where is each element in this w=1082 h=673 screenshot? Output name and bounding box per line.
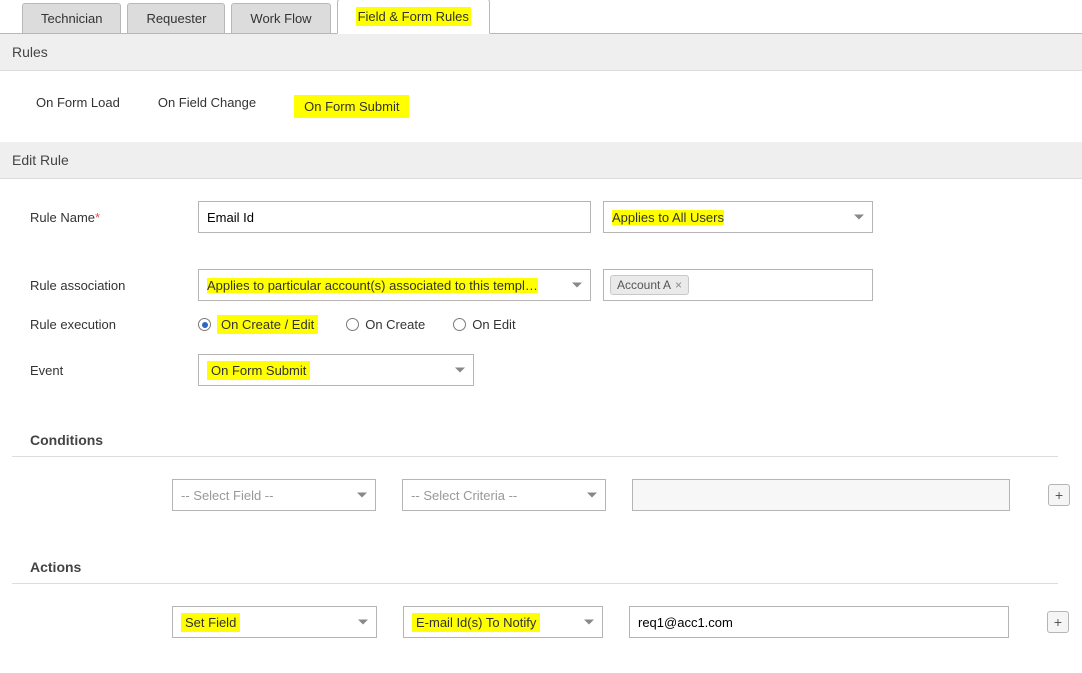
section-title: Rules (12, 44, 48, 60)
chevron-down-icon (587, 493, 597, 498)
select-value: E-mail Id(s) To Notify (412, 613, 540, 632)
tab-requester[interactable]: Requester (127, 3, 225, 33)
label-text: Rule Name (30, 210, 95, 225)
rules-subtabs: On Form Load On Field Change On Form Sub… (0, 71, 1082, 142)
actions-row: Set Field E-mail Id(s) To Notify + (172, 606, 1070, 638)
label-text: Event (30, 363, 63, 378)
add-condition-button[interactable]: + (1048, 484, 1070, 506)
actions-header: Actions (12, 541, 1058, 584)
row-rule-name: Rule Name* Applies to All Users (30, 201, 1070, 233)
controls: On Form Submit (198, 354, 1070, 386)
radio-icon (198, 318, 211, 331)
section-title: Actions (30, 559, 81, 575)
action-field-select[interactable]: E-mail Id(s) To Notify (403, 606, 603, 638)
controls: Applies to particular account(s) associa… (198, 269, 1070, 301)
select-placeholder: -- Select Field -- (181, 488, 273, 503)
condition-field-select[interactable]: -- Select Field -- (172, 479, 376, 511)
row-rule-association: Rule association Applies to particular a… (30, 269, 1070, 301)
chevron-down-icon (358, 620, 368, 625)
section-title: Conditions (30, 432, 103, 448)
label-event: Event (30, 363, 198, 378)
edit-rule-section-bar: Edit Rule (0, 142, 1082, 179)
action-type-select[interactable]: Set Field (172, 606, 377, 638)
applies-to-select[interactable]: Applies to All Users (603, 201, 873, 233)
tab-field-form-rules[interactable]: Field & Form Rules (337, 0, 490, 34)
chevron-down-icon (572, 283, 582, 288)
section-title: Edit Rule (12, 152, 69, 168)
account-tag: Account A × (610, 275, 689, 295)
select-placeholder: -- Select Criteria -- (411, 488, 517, 503)
event-select[interactable]: On Form Submit (198, 354, 474, 386)
select-value: Applies to All Users (612, 210, 724, 225)
chevron-down-icon (357, 493, 367, 498)
row-rule-execution: Rule execution On Create / Edit On Creat… (30, 315, 1070, 334)
condition-criteria-select[interactable]: -- Select Criteria -- (402, 479, 606, 511)
radio-label: On Edit (472, 317, 515, 332)
radio-on-edit[interactable]: On Edit (453, 317, 515, 332)
subtab-label: On Form Submit (294, 95, 409, 118)
controls: Applies to All Users (198, 201, 1070, 233)
tab-label: Requester (146, 11, 206, 26)
chevron-down-icon (455, 368, 465, 373)
subtab-on-form-load[interactable]: On Form Load (32, 93, 124, 120)
subtab-on-form-submit[interactable]: On Form Submit (290, 93, 413, 120)
subtab-on-field-change[interactable]: On Field Change (154, 93, 260, 120)
tab-label: Field & Form Rules (356, 7, 471, 26)
radio-icon (453, 318, 466, 331)
subtab-label: On Form Load (36, 95, 120, 110)
chevron-down-icon (854, 215, 864, 220)
rule-association-select[interactable]: Applies to particular account(s) associa… (198, 269, 591, 301)
select-value: Applies to particular account(s) associa… (207, 278, 538, 293)
subtab-label: On Field Change (158, 95, 256, 110)
action-value-input[interactable] (629, 606, 1009, 638)
tab-workflow[interactable]: Work Flow (231, 3, 330, 33)
edit-rule-form: Rule Name* Applies to All Users Rule ass… (0, 201, 1082, 638)
radio-icon (346, 318, 359, 331)
tab-label: Technician (41, 11, 102, 26)
radio-label: On Create / Edit (217, 315, 318, 334)
radio-on-create-edit[interactable]: On Create / Edit (198, 315, 318, 334)
chevron-down-icon (584, 620, 594, 625)
rule-name-input[interactable] (198, 201, 591, 233)
required-asterisk: * (95, 210, 100, 225)
remove-tag-icon[interactable]: × (675, 278, 682, 292)
label-text: Rule association (30, 278, 125, 293)
label-rule-name: Rule Name* (30, 210, 198, 225)
top-tabs: Technician Requester Work Flow Field & F… (0, 0, 1082, 34)
conditions-header: Conditions (12, 414, 1058, 457)
radio-label: On Create (365, 317, 425, 332)
tag-label: Account A (617, 278, 671, 292)
condition-value-input[interactable] (632, 479, 1010, 511)
account-tagbox[interactable]: Account A × (603, 269, 873, 301)
plus-icon: + (1054, 614, 1062, 630)
plus-icon: + (1055, 487, 1063, 503)
label-text: Rule execution (30, 317, 116, 332)
select-value: On Form Submit (207, 361, 310, 380)
label-rule-execution: Rule execution (30, 317, 198, 332)
add-action-button[interactable]: + (1047, 611, 1069, 633)
label-rule-association: Rule association (30, 278, 198, 293)
tab-label: Work Flow (250, 11, 311, 26)
rule-execution-radios: On Create / Edit On Create On Edit (198, 315, 1070, 334)
rules-section-bar: Rules (0, 34, 1082, 71)
conditions-row: -- Select Field -- -- Select Criteria --… (172, 479, 1070, 511)
row-event: Event On Form Submit (30, 354, 1070, 386)
radio-on-create[interactable]: On Create (346, 317, 425, 332)
tab-technician[interactable]: Technician (22, 3, 121, 33)
select-value: Set Field (181, 613, 240, 632)
